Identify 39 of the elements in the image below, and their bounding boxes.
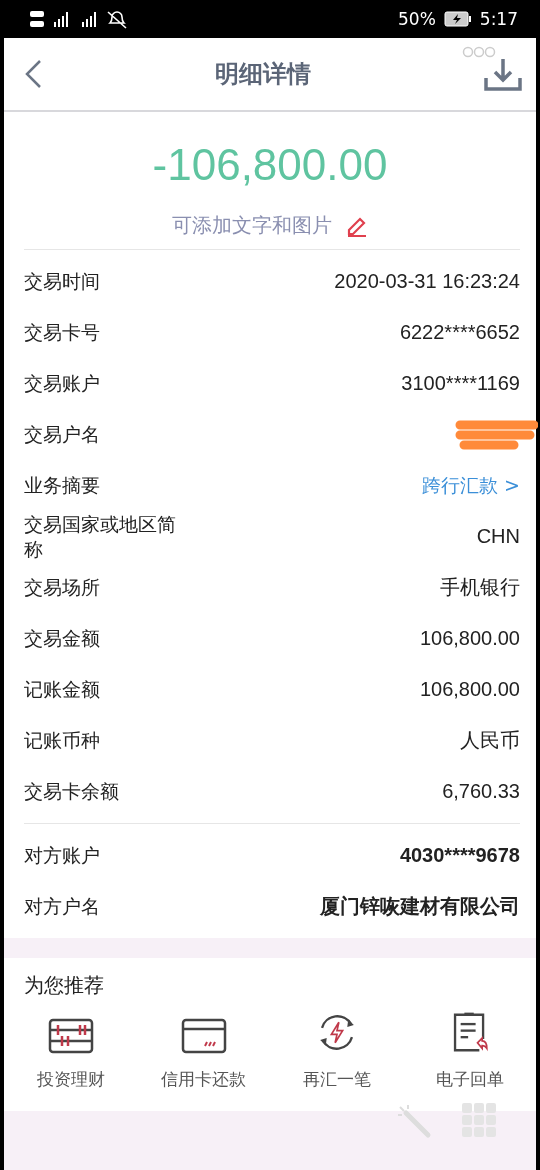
summary-link[interactable]: 跨行汇款 > bbox=[422, 472, 520, 499]
detail-value: 人民币 bbox=[460, 728, 520, 753]
battery-icon bbox=[443, 11, 472, 27]
detail-value: 106,800.00 bbox=[419, 627, 520, 650]
detail-label: 交易国家或地区简称 bbox=[24, 511, 177, 562]
detail-label: 交易时间 bbox=[24, 269, 101, 294]
clock-time: 5:17 bbox=[479, 9, 518, 29]
detail-value: CHN bbox=[476, 525, 520, 548]
detail-label: 业务摘要 bbox=[24, 473, 101, 498]
page-title: 明细详情 bbox=[215, 59, 311, 90]
detail-value: 厦门锌咴建材有限公司 bbox=[320, 894, 520, 919]
download-icon[interactable] bbox=[484, 56, 522, 92]
detail-label: 记账金额 bbox=[24, 677, 101, 702]
detail-label: 记账币种 bbox=[24, 728, 101, 753]
transaction-amount: -106,800.00 bbox=[152, 140, 388, 190]
detail-value: 手机银行 bbox=[440, 575, 520, 600]
abacus-icon bbox=[47, 1018, 94, 1054]
detail-label: 交易账户 bbox=[24, 371, 101, 396]
detail-label: 对方账户 bbox=[24, 843, 101, 868]
card-icon bbox=[180, 1018, 227, 1054]
detail-label: 对方户名 bbox=[24, 894, 101, 919]
detail-label: 交易金额 bbox=[24, 626, 101, 651]
detail-value: 6222****6652 bbox=[399, 321, 520, 344]
detail-value: 6,760.33 bbox=[442, 780, 520, 803]
detail-label: 交易场所 bbox=[24, 575, 101, 600]
detail-value: 3100****1169 bbox=[401, 372, 520, 395]
detail-value: 4030****9678 bbox=[399, 844, 520, 867]
back-icon[interactable] bbox=[24, 59, 42, 89]
section-title: 为您推荐 bbox=[24, 972, 105, 999]
detail-label: 交易户名 bbox=[24, 422, 101, 447]
shortcut-label[interactable]: 电子回单 bbox=[435, 1068, 504, 1091]
shortcut-label[interactable]: 再汇一笔 bbox=[302, 1068, 371, 1091]
detail-label: 交易卡余额 bbox=[24, 779, 120, 804]
shortcut-label[interactable]: 信用卡还款 bbox=[161, 1068, 246, 1091]
detail-value: 106,800.00 bbox=[419, 678, 520, 701]
battery-percent: 50% bbox=[398, 9, 436, 29]
detail-value: 2020-03-31 16:23:24 bbox=[334, 270, 520, 293]
shortcut-label[interactable]: 投资理财 bbox=[36, 1068, 105, 1091]
detail-label: 交易卡号 bbox=[24, 320, 101, 345]
